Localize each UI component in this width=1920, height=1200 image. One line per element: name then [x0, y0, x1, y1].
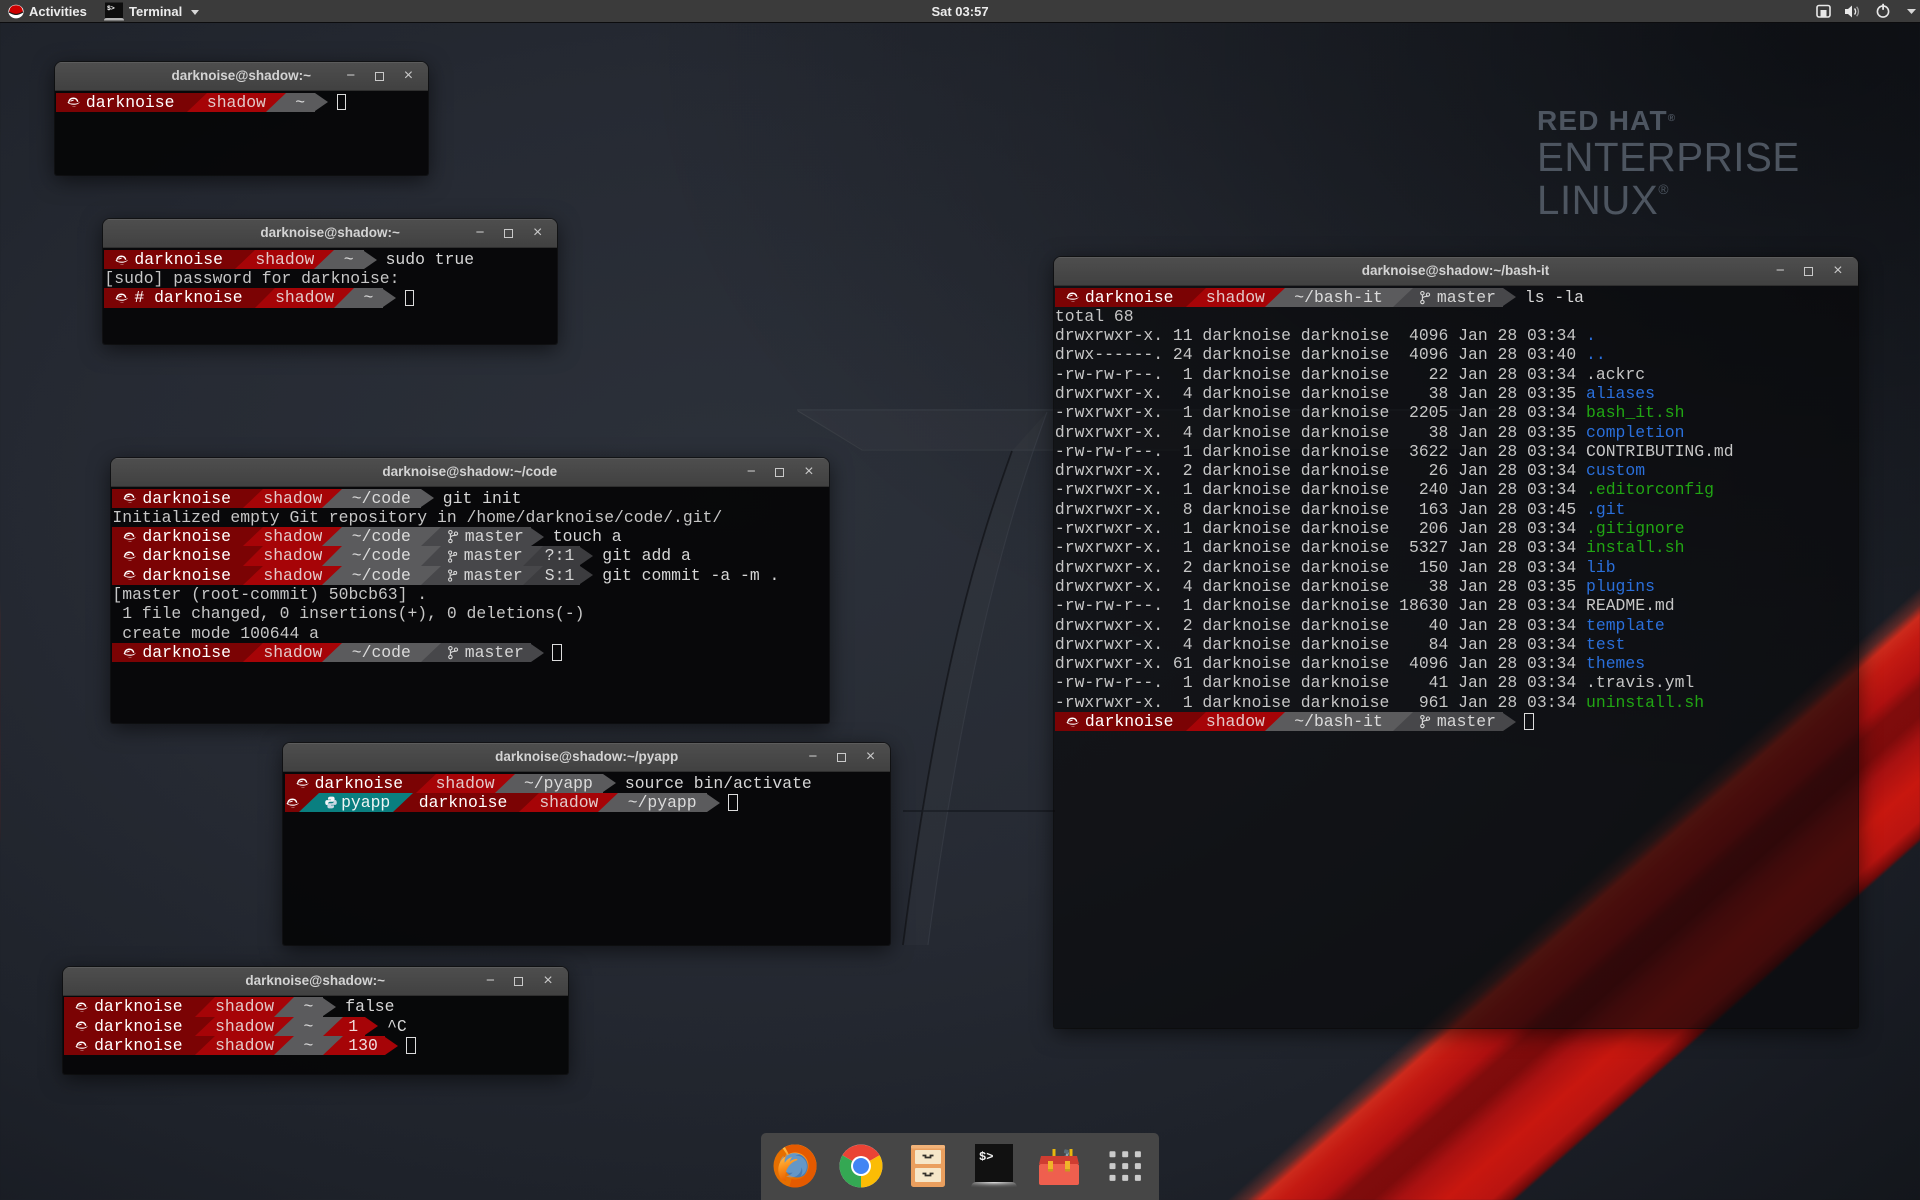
svg-text:$>: $>: [979, 1150, 993, 1164]
